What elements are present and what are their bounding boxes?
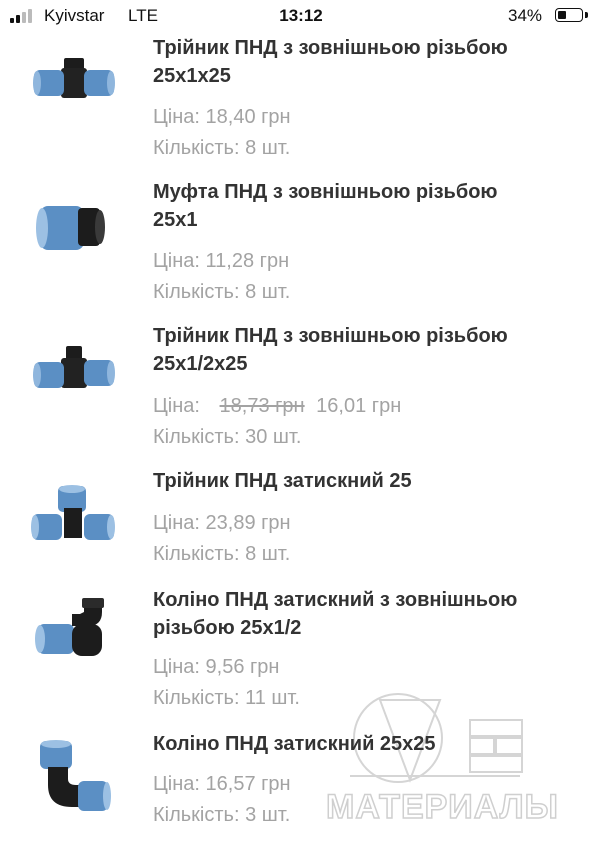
product-price: Ціна: 16,57 грн [153, 773, 291, 796]
product-title-line[interactable]: Коліно ПНД затискний з зовнішньою [153, 586, 583, 614]
price-value: 9,56 грн [205, 656, 280, 678]
tee-compression-icon [31, 485, 115, 540]
price-label: Ціна: [153, 250, 200, 272]
price-label: Ціна: [153, 106, 200, 128]
price-label: Ціна: [153, 656, 200, 678]
product-quantity: Кількість: 8 шт. [153, 281, 291, 303]
product-title[interactable]: Муфта ПНД з зовнішньою різьбою 25x1 [153, 178, 583, 234]
tee-threaded-icon [33, 58, 115, 98]
product-quantity: Кількість: 11 шт. [153, 687, 300, 709]
product-price: Ціна: 18,73 грн 16,01 грн [153, 395, 401, 418]
battery-tip [585, 12, 588, 18]
price-value: 11,28 грн [205, 250, 290, 272]
product-quantity: Кількість: 3 шт. [153, 804, 291, 826]
price-label: Ціна: [153, 773, 200, 795]
product-title[interactable]: Трійник ПНД з зовнішньою різьбою 25x1/2x… [153, 322, 583, 378]
product-price: Ціна: 18,40 грн [153, 106, 291, 129]
old-price-value: 18,73 грн [219, 395, 305, 417]
price-value: 18,40 грн [205, 106, 291, 128]
product-price: Ціна: 11,28 грн [153, 250, 289, 273]
price-value: 16,01 грн [316, 395, 402, 417]
product-title-line[interactable]: 25x1x25 [153, 62, 583, 90]
battery-percent: 34% [508, 6, 543, 25]
tee-threaded-icon [33, 346, 115, 388]
elbow-compression-icon [40, 740, 111, 811]
product-title-line[interactable]: Муфта ПНД з зовнішньою різьбою [153, 178, 583, 206]
price-label: Ціна: [153, 512, 200, 534]
price-value: 16,57 грн [205, 773, 291, 795]
product-title-line[interactable]: Трійник ПНД затискний 25 [153, 467, 583, 495]
elbow-threaded-icon [35, 598, 104, 656]
product-title-line[interactable]: Коліно ПНД затискний 25x25 [153, 730, 583, 758]
product-title-line[interactable]: 25x1 [153, 206, 583, 234]
product-price: Ціна: 23,89 грн [153, 512, 291, 535]
coupling-threaded-icon [36, 206, 105, 250]
price-label: Ціна: [153, 395, 200, 417]
product-title[interactable]: Трійник ПНД з зовнішньою різьбою 25x1x25 [153, 34, 583, 90]
watermark-text: МАТЕРИАЛЫ [325, 787, 559, 827]
product-title[interactable]: Коліно ПНД затискний 25x25 [153, 730, 583, 758]
price-value: 23,89 грн [205, 512, 291, 534]
product-title-line[interactable]: різьбою 25x1/2 [153, 614, 583, 642]
product-title-line[interactable]: Трійник ПНД з зовнішньою різьбою [153, 34, 583, 62]
status-bar: Kyivstar LTE 13:12 34% [0, 0, 602, 32]
product-title[interactable]: Трійник ПНД затискний 25 [153, 467, 583, 495]
product-title-line[interactable]: 25x1/2x25 [153, 350, 583, 378]
product-quantity: Кількість: 30 шт. [153, 426, 302, 448]
product-title[interactable]: Коліно ПНД затискний з зовнішньою різьбо… [153, 586, 583, 642]
product-quantity: Кількість: 8 шт. [153, 137, 291, 159]
product-quantity: Кількість: 8 шт. [153, 543, 291, 565]
product-title-line[interactable]: Трійник ПНД з зовнішньою різьбою [153, 322, 583, 350]
battery-icon [555, 8, 583, 22]
product-price: Ціна: 9,56 грн [153, 656, 279, 679]
